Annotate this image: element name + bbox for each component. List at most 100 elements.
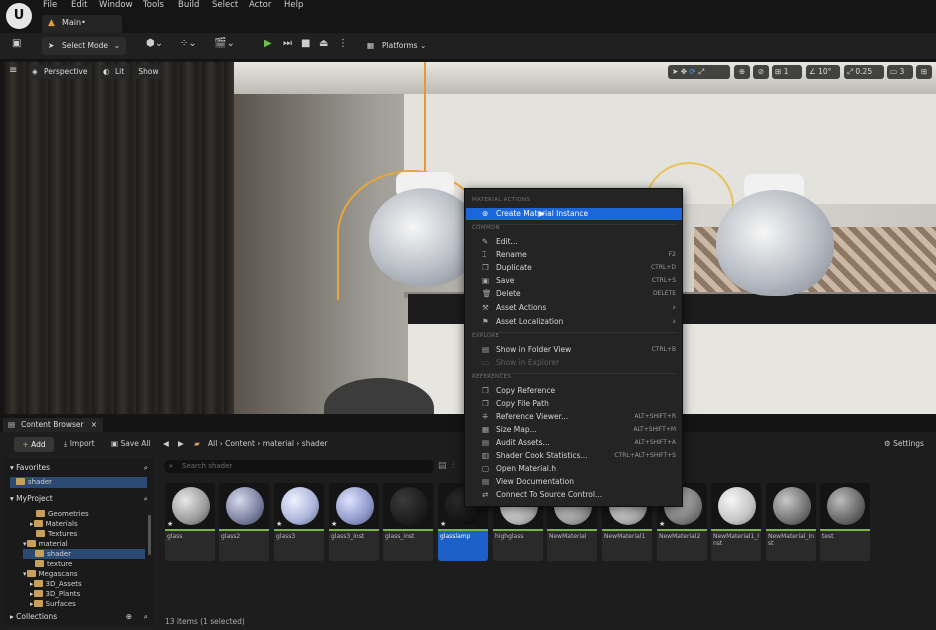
menu-item-duplicate[interactable]: ❐ Duplicate CTRL+D [466, 262, 682, 274]
menu-item-open-material-h[interactable]: ▢ Open Material.h [466, 463, 682, 475]
menu-actor[interactable]: Actor [249, 0, 271, 10]
tree-item-material[interactable]: ▾ material [23, 539, 145, 549]
play-icon[interactable]: ▶ [264, 38, 272, 49]
add-collection-icon[interactable]: ⊕ [126, 610, 132, 623]
menu-item-edit[interactable]: ✎ Edit... [466, 236, 682, 248]
close-icon[interactable]: × [91, 418, 97, 432]
tree-scrollbar[interactable] [148, 515, 151, 555]
project-header[interactable]: ▾ MyProject ⌕ [10, 492, 152, 505]
menu-file[interactable]: File [43, 0, 57, 10]
asset-tile[interactable]: ★ glass3_inst [329, 483, 379, 561]
tree-item-textures[interactable]: Textures [36, 529, 77, 539]
tree-item-geometries[interactable]: Geometries [36, 509, 89, 519]
add-button[interactable]: + Add [14, 437, 54, 452]
filter-icon[interactable]: ⫶ [452, 461, 454, 471]
favorite-item-shader[interactable]: shader [10, 477, 147, 488]
unreal-logo-icon[interactable]: U [6, 3, 32, 29]
menu-item-audit-assets[interactable]: ▤ Audit Assets... ALT+SHIFT+A [466, 437, 682, 449]
tree-item-3d-plants[interactable]: ▸ 3D_Plants [30, 589, 80, 599]
maximize-viewport-icon[interactable]: ⊞ [916, 65, 932, 79]
menu-item-show-in-folder-view[interactable]: ▤ Show in Folder View CTRL+B [466, 344, 682, 356]
tree-item-shader[interactable]: shader [23, 549, 145, 559]
pendant-lamp-selected[interactable] [369, 188, 479, 286]
angle-snap-button[interactable]: ∠ 10° [806, 65, 840, 79]
menu-item-view-documentation[interactable]: ▤ View Documentation [466, 476, 682, 488]
perspective-button[interactable]: ◈ Perspective [28, 65, 92, 79]
grid-snap-button[interactable]: ⊞ 1 [772, 65, 802, 79]
asset-tile[interactable]: ★ glass3 [274, 483, 324, 561]
stop-icon[interactable]: ■ [301, 38, 310, 49]
search-icon[interactable]: ⌕ [144, 610, 148, 623]
menu-select[interactable]: Select [212, 0, 238, 10]
import-button[interactable]: ⤓ Import [64, 437, 95, 451]
tree-item-3d-assets[interactable]: ▸ 3D_Assets [30, 579, 82, 589]
lit-button[interactable]: ◐ Lit [100, 65, 130, 79]
tree-item-materials[interactable]: ▸ Materials [30, 519, 78, 529]
asset-search-input[interactable]: ⌕ Search shader [164, 460, 434, 473]
menu-item-shader-cook-statistics[interactable]: ▥ Shader Cook Statistics... CTRL+ALT+SHIFT… [466, 450, 682, 462]
show-button[interactable]: Show [135, 65, 162, 79]
menu-item-rename[interactable]: ⌶ Rename F2 [466, 249, 682, 261]
asset-tile[interactable]: test [820, 483, 870, 561]
menu-build[interactable]: Build [178, 0, 199, 10]
menu-item-reference-viewer[interactable]: ⁜ Reference Viewer... ALT+SHIFT+R [466, 411, 682, 423]
scale-tool-icon[interactable]: ⤢ [698, 67, 704, 76]
asset-tile[interactable]: NewMaterial1_Inst [711, 483, 761, 561]
tree-item-megascans[interactable]: ▾ Megascans [23, 569, 77, 579]
menu-item-size-map[interactable]: ▦ Size Map... ALT+SHIFT+M [466, 424, 682, 436]
breadcrumb-material[interactable]: material [263, 439, 294, 448]
tree-item-surfaces[interactable]: ▸ Surfaces [30, 599, 76, 608]
menu-window[interactable]: Window [99, 0, 133, 10]
hamburger-menu-icon[interactable]: ≡ [9, 65, 17, 76]
history-back-icon[interactable]: ◀ [163, 437, 169, 451]
asset-tile[interactable]: NewMaterial_Inst [766, 483, 816, 561]
blueprint-icon[interactable]: ⁘⌄ [180, 38, 197, 49]
content-browser-tab[interactable]: ▤ Content Browser × [3, 418, 103, 432]
eject-icon[interactable]: ⏏ [319, 38, 328, 49]
save-search-icon[interactable]: ▤ [438, 461, 447, 471]
transform-tools[interactable]: ➤ ✥ ⟳ ⤢ [668, 65, 730, 79]
asset-tile[interactable]: ★ glass [165, 483, 215, 561]
asset-tile[interactable]: glass_inst [383, 483, 433, 561]
collections-header[interactable]: ▸ Collections ⊕ ⌕ [4, 610, 154, 626]
move-tool-icon[interactable]: ✥ [681, 67, 687, 76]
save-all-button[interactable]: ▣ Save All [111, 437, 151, 451]
breadcrumb-all[interactable]: All [208, 439, 217, 448]
search-icon[interactable]: ⌕ [144, 492, 148, 505]
breadcrumb-content[interactable]: Content [225, 439, 255, 448]
search-icon[interactable]: ⌕ [144, 461, 148, 474]
menu-item-asset-actions[interactable]: ⚒ Asset Actions › [466, 302, 682, 314]
select-mode-button[interactable]: ➤ Select Mode ⌄ [42, 37, 126, 55]
add-actor-icon[interactable]: ⬢⌄ [146, 38, 163, 49]
scale-snap-button[interactable]: ⤢ 0.25 [844, 65, 884, 79]
menu-item-asset-localization[interactable]: ⚑ Asset Localization › [466, 316, 682, 328]
save-icon[interactable]: ▣ [12, 38, 21, 49]
cinematics-icon[interactable]: 🎬⌄ [214, 38, 235, 49]
history-forward-icon[interactable]: ▶ [178, 437, 184, 451]
menu-help[interactable]: Help [284, 0, 303, 10]
tree-item-texture[interactable]: texture [35, 559, 72, 569]
platforms-button[interactable]: ▦ Platforms ⌄ [365, 37, 433, 55]
breadcrumb-shader[interactable]: shader [302, 439, 328, 448]
shortcut-label: ALT+SHIFT+A [634, 439, 676, 446]
menu-item-copy-reference[interactable]: ❐ Copy Reference [466, 385, 682, 397]
menu-tools[interactable]: Tools [143, 0, 164, 10]
step-icon[interactable]: ⏭ [283, 38, 292, 49]
settings-button[interactable]: ⚙ Settings [884, 437, 924, 451]
menu-item-copy-file-path[interactable]: ❐ Copy File Path [466, 398, 682, 410]
menu-item-save[interactable]: ▣ Save CTRL+S [466, 275, 682, 287]
rotate-tool-icon[interactable]: ⟳ [689, 67, 695, 76]
menu-item-delete[interactable]: 🗑 Delete DELETE [466, 288, 682, 300]
menu-edit[interactable]: Edit [71, 0, 87, 10]
surface-snap-icon[interactable]: ⊘ [753, 65, 769, 79]
select-tool-icon[interactable]: ➤ [672, 67, 678, 76]
camera-speed-button[interactable]: ▭ 3 [887, 65, 913, 79]
menu-item-create-material-instance[interactable]: ⊛ Create Material Instance [466, 208, 682, 220]
favorites-header[interactable]: ▾ Favorites ⌕ [10, 461, 152, 474]
menu-item-connect-to-source-control[interactable]: ⇄ Connect To Source Control... [466, 489, 682, 501]
asset-tile[interactable]: glass2 [219, 483, 269, 561]
level-tab-main[interactable]: ▲ Main• [42, 15, 122, 33]
pendant-lamp[interactable] [716, 190, 834, 296]
more-options-icon[interactable]: ⋮ [338, 38, 348, 49]
world-space-icon[interactable]: ⊕ [734, 65, 750, 79]
